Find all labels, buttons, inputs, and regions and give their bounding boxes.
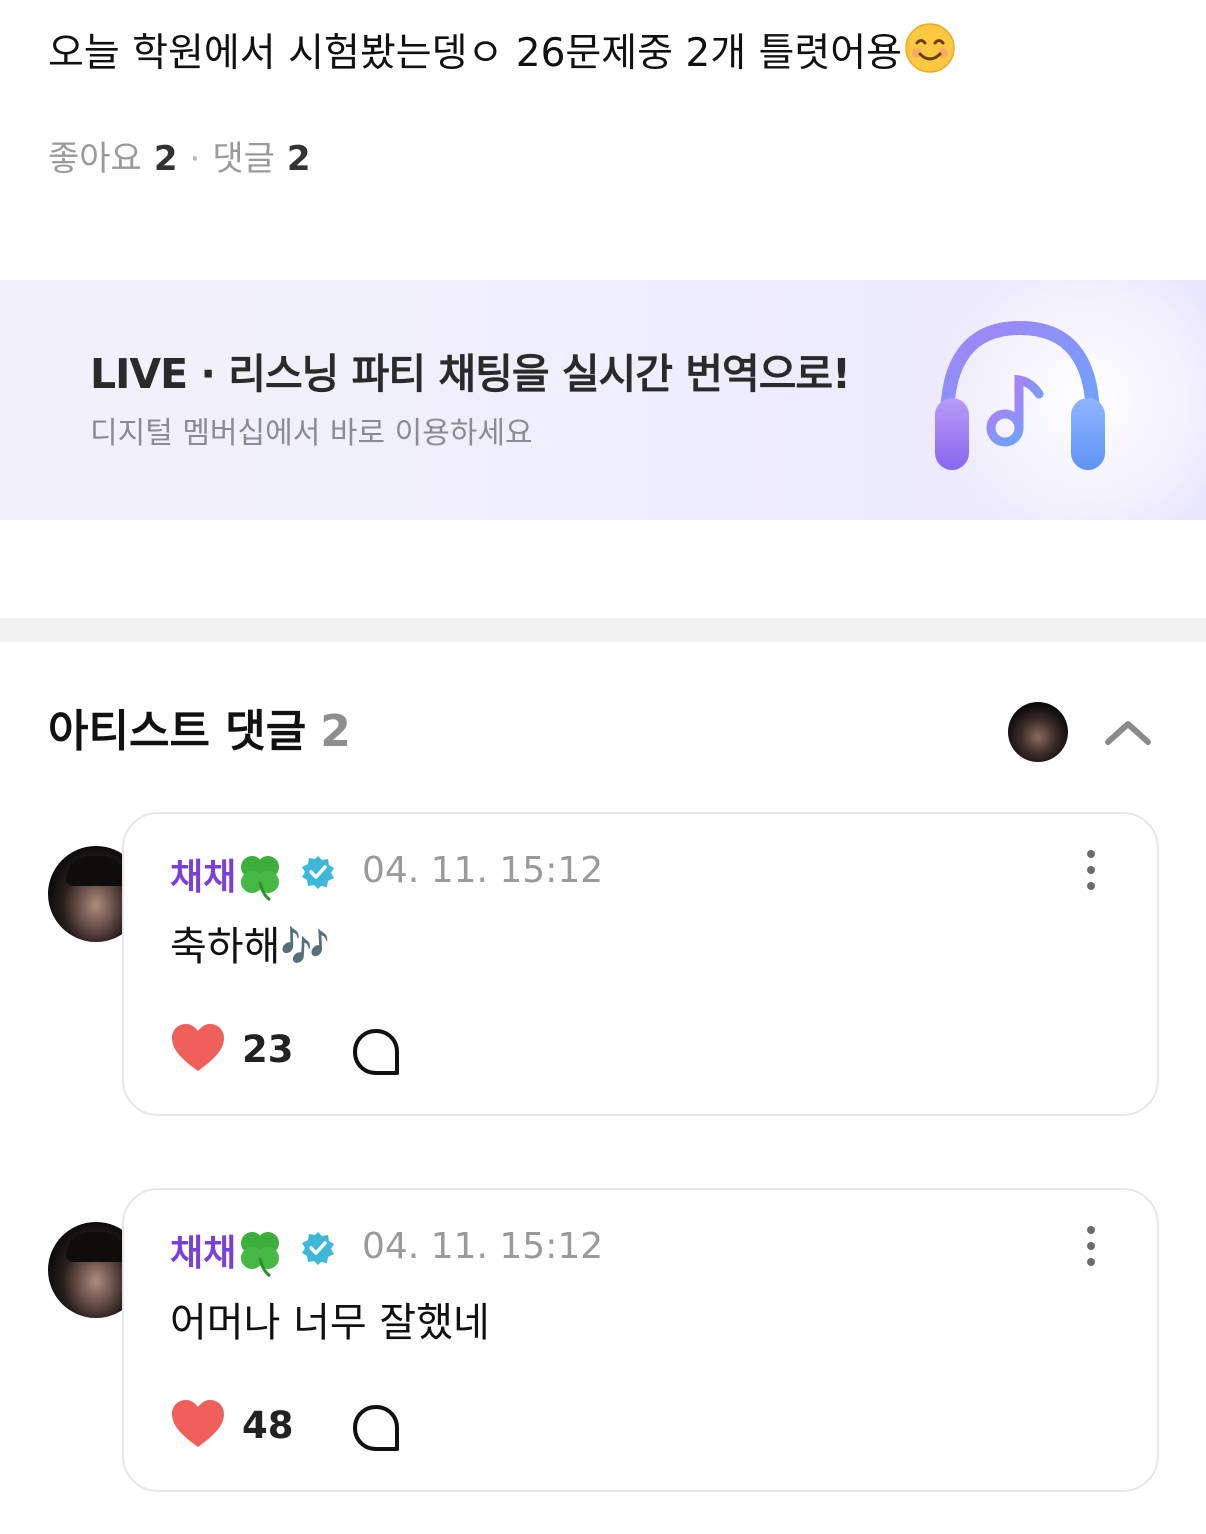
banner-subtitle: 디지털 멤버십에서 바로 이용하세요 (90, 416, 533, 451)
likes-label[interactable]: 좋아요 (48, 139, 142, 179)
verified-badge-icon (300, 854, 336, 894)
artist-comments-count: 2 (320, 706, 351, 757)
collapse-button[interactable] (1098, 708, 1158, 756)
comment-card: 채채 04. 11. 15:12 어머나 너무 잘했네 48 (122, 1188, 1159, 1492)
four-leaf-clover-icon (234, 852, 286, 906)
comment-card: 채채 04. 11. 15:12 축하해🎶 23 (122, 812, 1159, 1116)
like-count: 23 (242, 1028, 294, 1071)
banner-title: LIVE · 리스닝 파티 채팅을 실시간 번역으로! (90, 350, 851, 398)
like-button[interactable] (170, 1022, 226, 1078)
promo-banner[interactable]: LIVE · 리스닝 파티 채팅을 실시간 번역으로! 디지털 멤버십에서 바로… (0, 280, 1206, 520)
commenter-name[interactable]: 채채 (170, 848, 236, 900)
stats-separator: · (189, 139, 201, 179)
commenter-name[interactable]: 채채 (170, 1224, 236, 1276)
comments-label[interactable]: 댓글 (212, 139, 275, 179)
comment-text: 어머나 너무 잘했네 (170, 1300, 490, 1346)
reply-bubble-icon (353, 1029, 399, 1075)
four-leaf-clover-icon (234, 1228, 286, 1282)
comment-date: 04. 11. 15:12 (362, 1226, 604, 1267)
more-options-button[interactable] (1081, 1226, 1101, 1270)
comment-date: 04. 11. 15:12 (362, 850, 604, 891)
comments-count: 2 (286, 139, 311, 179)
like-count: 48 (242, 1404, 294, 1447)
section-divider (0, 618, 1206, 642)
reply-bubble-icon (353, 1405, 399, 1451)
likes-count: 2 (153, 139, 178, 179)
post-text: 오늘 학원에서 시험봤는뎅ㅇ 26문제중 2개 틀렷어용 (48, 22, 956, 88)
smiling-face-icon (904, 22, 956, 88)
verified-badge-icon (300, 1230, 336, 1270)
chevron-up-icon (1105, 721, 1151, 745)
comment-text: 축하해🎶 (170, 924, 331, 970)
artist-avatar-small[interactable] (1008, 702, 1068, 762)
post-body: 오늘 학원에서 시험봤는뎅ㅇ 26문제중 2개 틀렷어용 (48, 31, 903, 76)
like-button[interactable] (170, 1398, 226, 1454)
reply-button[interactable] (352, 1404, 400, 1452)
heart-icon (172, 1400, 224, 1447)
post-stats: 좋아요 2 · 댓글 2 (48, 136, 311, 182)
heart-icon (172, 1024, 224, 1071)
headphones-music-icon (925, 310, 1115, 494)
artist-comments-title: 아티스트 댓글 2 (48, 704, 351, 760)
more-options-button[interactable] (1081, 850, 1101, 894)
artist-comments-label: 아티스트 댓글 (48, 706, 307, 757)
reply-button[interactable] (352, 1028, 400, 1076)
